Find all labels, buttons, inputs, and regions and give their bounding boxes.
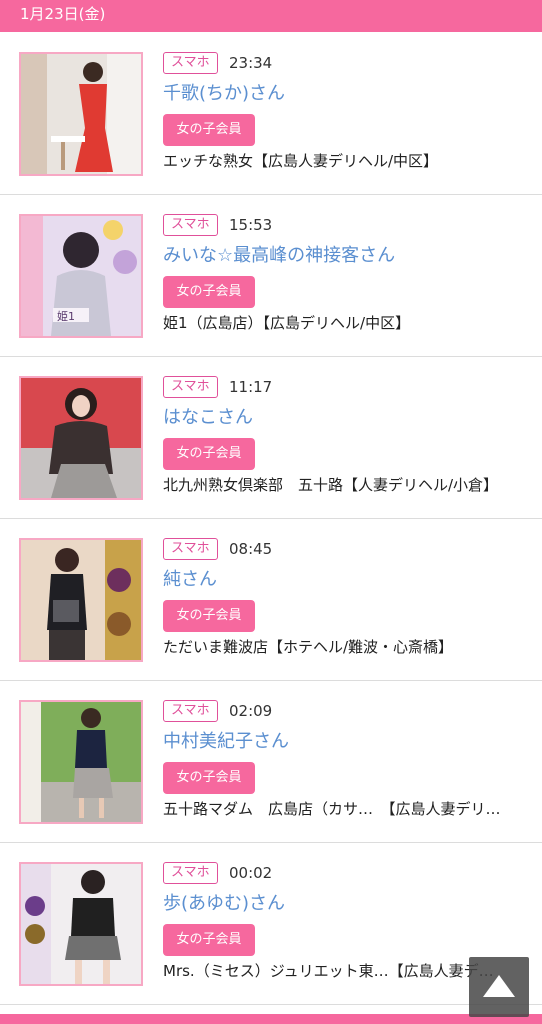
girl-name-link[interactable]: 純さん [163, 568, 217, 592]
post-time: 11:17 [229, 378, 273, 396]
scroll-to-top-button[interactable] [469, 957, 529, 1017]
smartphone-badge: スマホ [163, 376, 218, 398]
list-item[interactable]: スマホ 00:02 歩(あゆむ)さん 女の子会員 Mrs.（ミセス）ジュリエット… [0, 843, 542, 1005]
shop-name: 姫1（広島店）【広島デリヘル/中区】 [163, 314, 411, 332]
smartphone-badge: スマホ [163, 700, 218, 722]
list-item[interactable]: スマホ 02:09 中村美紀子さん 女の子会員 五十路マダム 広島店（カサ… 【… [0, 681, 542, 843]
member-badge: 女の子会員 [163, 438, 255, 470]
member-badge: 女の子会員 [163, 114, 255, 146]
profile-photo[interactable] [19, 538, 143, 662]
profile-photo[interactable] [19, 52, 143, 176]
thumb-logo-text: 姫1 [57, 309, 75, 323]
post-time: 15:53 [229, 216, 273, 234]
girl-name-link[interactable]: 中村美紀子さん [163, 730, 289, 754]
arrow-up-icon [483, 975, 515, 997]
shop-name: ただいま難波店【ホテヘル/難波・心斎橋】 [163, 638, 454, 656]
smartphone-badge: スマホ [163, 862, 218, 884]
member-badge: 女の子会員 [163, 762, 255, 794]
girl-name-link[interactable]: 千歌(ちか)さん [163, 82, 285, 106]
girl-name-link[interactable]: はなこさん [163, 406, 253, 430]
member-badge: 女の子会員 [163, 276, 255, 308]
post-time: 08:45 [229, 540, 273, 558]
girl-name-link[interactable]: 歩(あゆむ)さん [163, 892, 285, 916]
profile-photo[interactable] [19, 862, 143, 986]
list-item[interactable]: スマホ 08:45 純さん 女の子会員 ただいま難波店【ホテヘル/難波・心斎橋】 [0, 519, 542, 681]
member-badge: 女の子会員 [163, 600, 255, 632]
bottom-bar [0, 1014, 542, 1024]
date-label: 1月23日(金) [20, 5, 106, 23]
shop-name: エッチな熟女【広島人妻デリヘル/中区】 [163, 152, 439, 170]
profile-photo[interactable]: 姫1 [19, 214, 143, 338]
smartphone-badge: スマホ [163, 538, 218, 560]
list-item[interactable]: スマホ 11:17 はなこさん 女の子会員 北九州熟女倶楽部 五十路【人妻デリヘ… [0, 357, 542, 519]
post-time: 23:34 [229, 54, 273, 72]
list-item[interactable]: スマホ 23:34 千歌(ちか)さん 女の子会員 エッチな熟女【広島人妻デリヘル… [0, 33, 542, 195]
smartphone-badge: スマホ [163, 214, 218, 236]
profile-photo[interactable] [19, 700, 143, 824]
post-time: 02:09 [229, 702, 273, 720]
list-item[interactable]: 姫1 スマホ 15:53 みいな☆最高峰の神接客さん 女の子会員 姫1（広島店）… [0, 195, 542, 357]
girl-name-link[interactable]: みいな☆最高峰の神接客さん [163, 244, 395, 268]
smartphone-badge: スマホ [163, 52, 218, 74]
member-badge: 女の子会員 [163, 924, 255, 956]
shop-name: 五十路マダム 広島店（カサ… 【広島人妻デリ… [163, 800, 501, 818]
post-time: 00:02 [229, 864, 273, 882]
entry-list: スマホ 23:34 千歌(ちか)さん 女の子会員 エッチな熟女【広島人妻デリヘル… [0, 33, 542, 1005]
shop-name: 北九州熟女倶楽部 五十路【人妻デリヘル/小倉】 [163, 476, 499, 494]
date-header: 1月23日(金) [0, 0, 542, 32]
profile-photo[interactable] [19, 376, 143, 500]
